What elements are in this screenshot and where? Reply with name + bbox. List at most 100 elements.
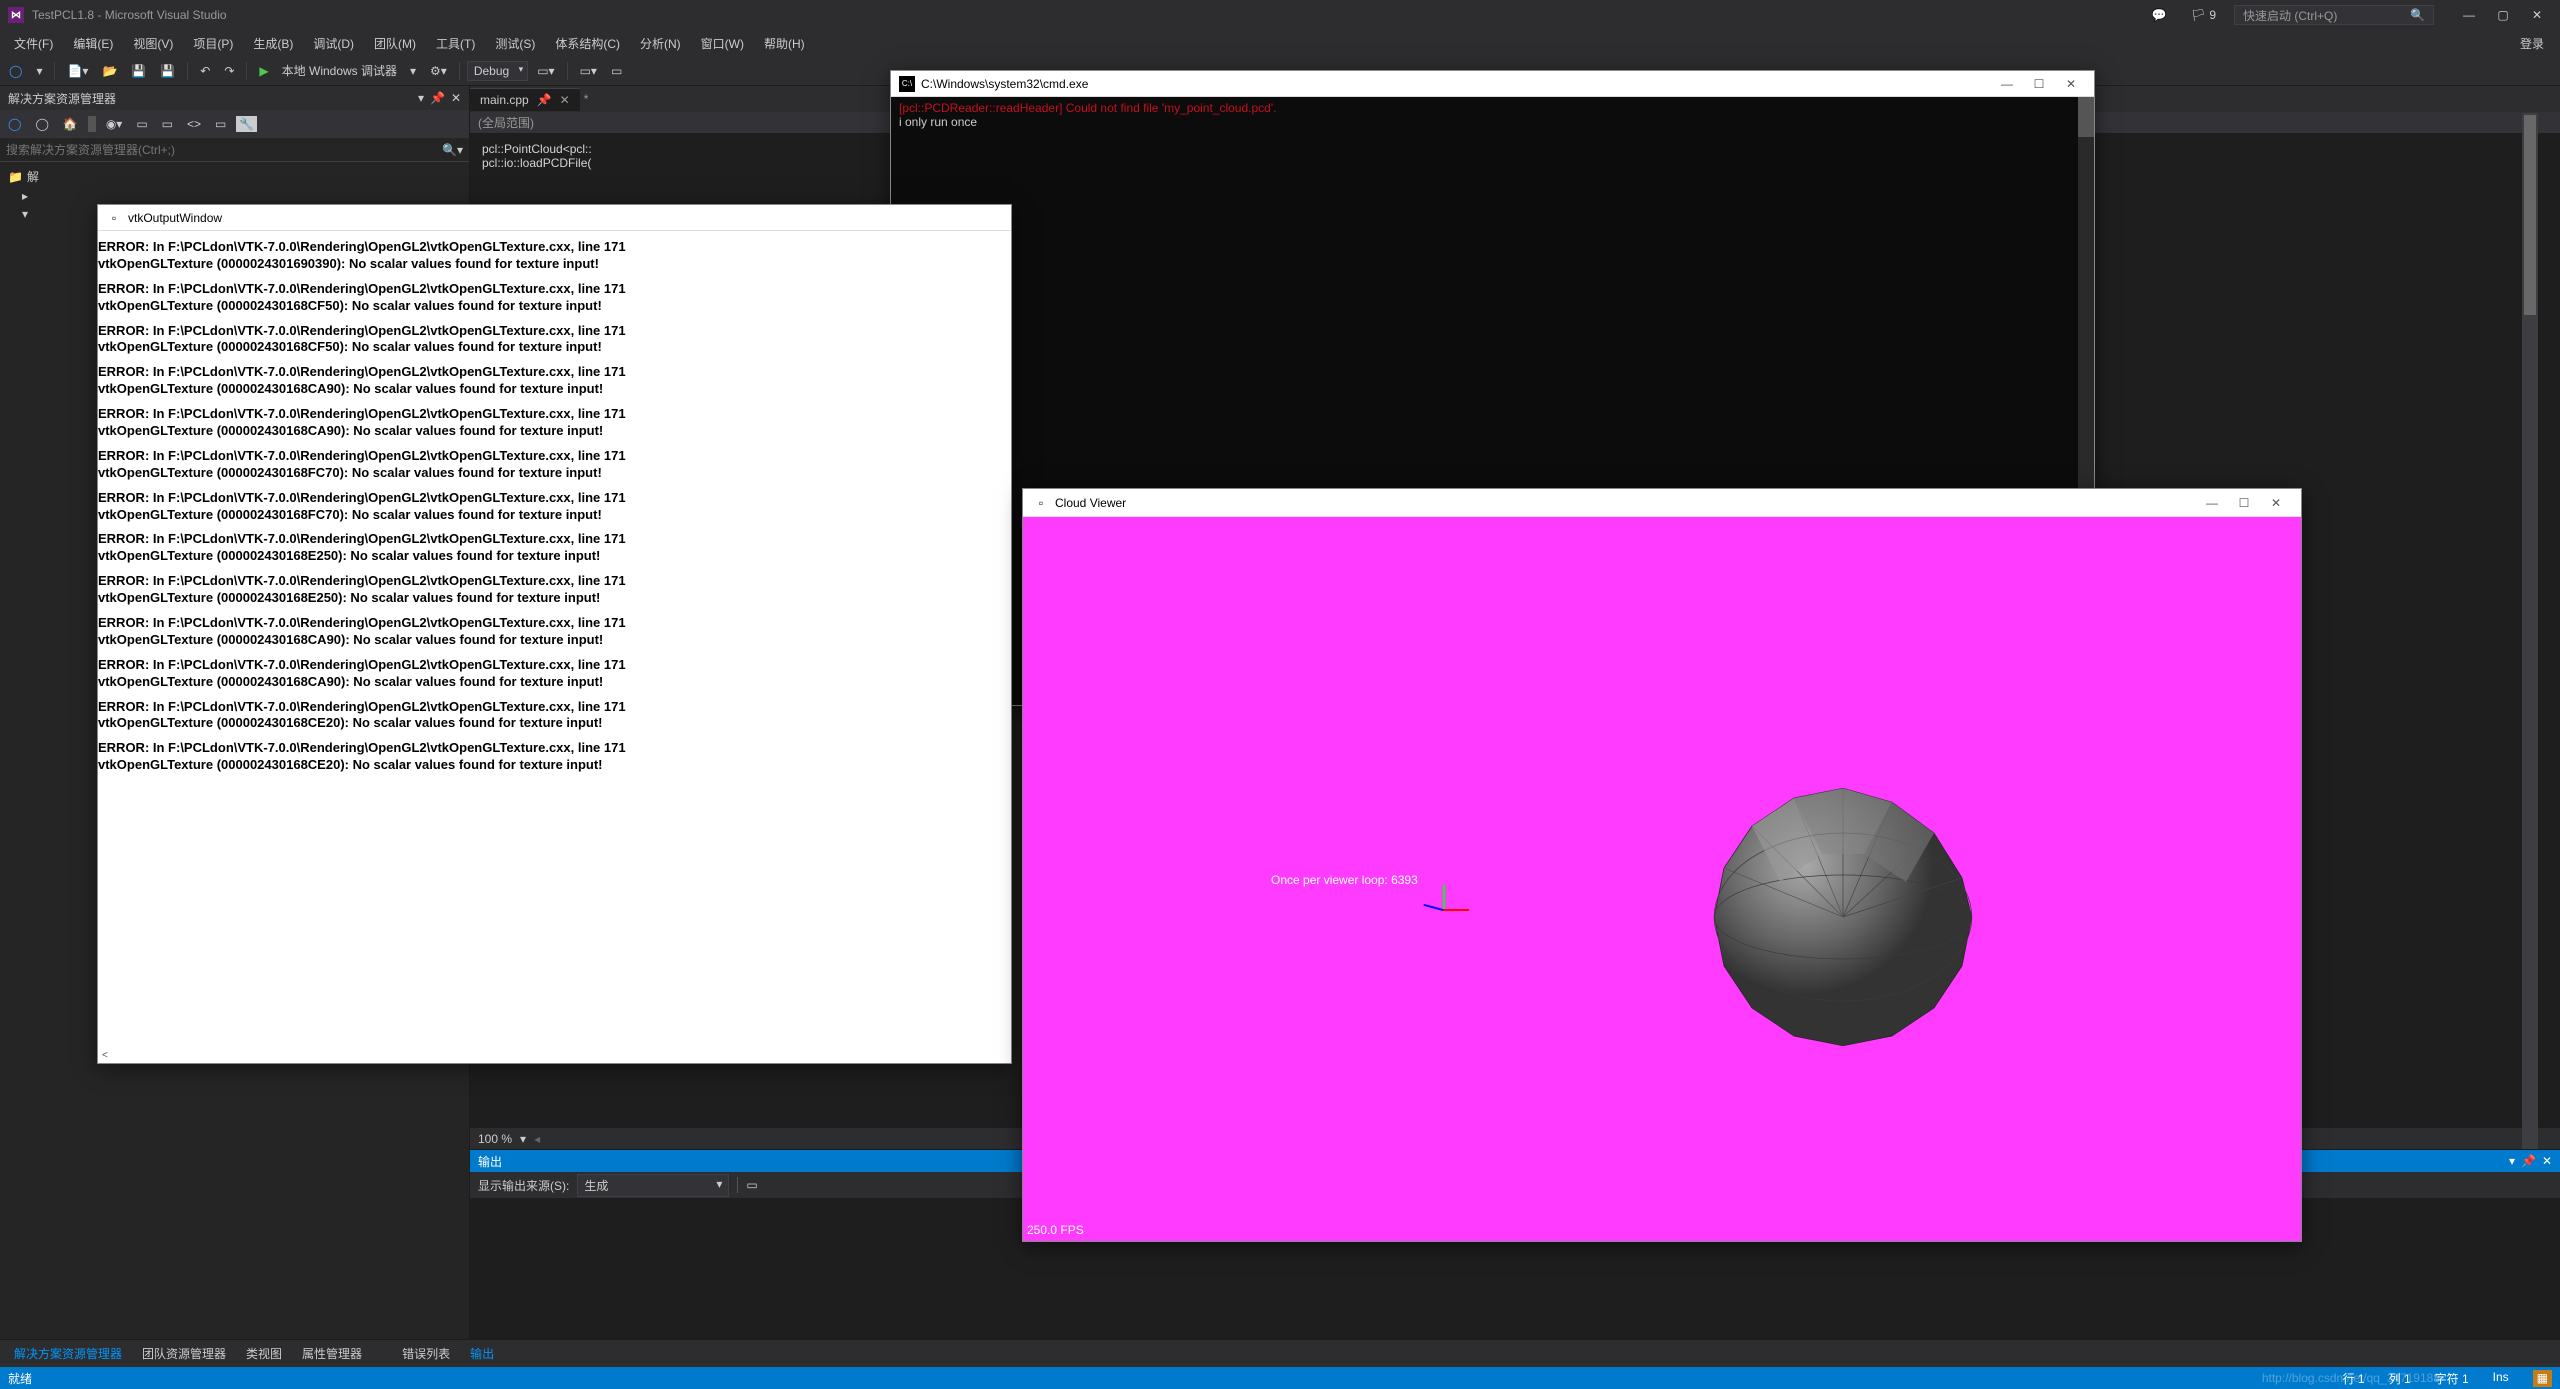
axis-x	[1443, 909, 1469, 911]
undo-icon[interactable]: ↶	[195, 61, 215, 81]
vtk-content[interactable]: ERROR: In F:\PCLdon\VTK-7.0.0\Rendering\…	[98, 231, 1011, 1063]
notifications-icon[interactable]: 🏳 9	[2185, 6, 2222, 24]
zoom-level[interactable]: 100 %	[478, 1132, 512, 1146]
vtk-error-entry: ERROR: In F:\PCLdon\VTK-7.0.0\Rendering\…	[98, 319, 1011, 361]
cmd-close-button[interactable]: ✕	[2056, 74, 2086, 94]
home-icon[interactable]: ◯	[4, 115, 25, 133]
menu-project[interactable]: 项目(P)	[183, 31, 243, 56]
login-button[interactable]: 登录	[2510, 31, 2556, 56]
vtk-output-window[interactable]: ▫ vtkOutputWindow ERROR: In F:\PCLdon\VT…	[97, 204, 1012, 1064]
tab-output[interactable]: 输出	[460, 1341, 504, 1366]
menu-team[interactable]: 团队(M)	[364, 31, 426, 56]
output-close-icon[interactable]: ✕	[2542, 1154, 2552, 1168]
tab-team-explorer[interactable]: 团队资源管理器	[132, 1341, 236, 1366]
menu-edit[interactable]: 编辑(E)	[63, 31, 123, 56]
output-source-dropdown[interactable]: 生成▾	[577, 1174, 729, 1197]
menu-view[interactable]: 视图(V)	[123, 31, 183, 56]
cloud-viewer-window[interactable]: ▫ Cloud Viewer — ☐ ✕ Once per viewer loo…	[1022, 488, 2302, 1242]
toolbar-btn-3[interactable]: ▭	[606, 61, 627, 81]
maximize-button[interactable]: ▢	[2488, 5, 2518, 25]
output-dropdown-icon[interactable]: ▾	[2509, 1154, 2515, 1168]
cloud-close-button[interactable]: ✕	[2261, 493, 2291, 513]
panel-close-icon[interactable]: ✕	[451, 91, 461, 105]
cmd-scroll-thumb[interactable]	[2078, 97, 2094, 137]
tb-icon-5[interactable]: ▭	[158, 115, 177, 133]
zoom-dropdown-icon[interactable]: ▾	[520, 1132, 526, 1146]
cmd-maximize-button[interactable]: ☐	[2024, 74, 2054, 94]
toolbar-misc-icon[interactable]: ⚙▾	[425, 61, 452, 81]
vtk-error-entry: ERROR: In F:\PCLdon\VTK-7.0.0\Rendering\…	[98, 235, 1011, 277]
search-icon: 🔍	[2410, 8, 2425, 22]
vtk-error-entry: ERROR: In F:\PCLdon\VTK-7.0.0\Rendering\…	[98, 569, 1011, 611]
run-icon[interactable]: ▶	[254, 61, 273, 81]
vtk-error-entry: ERROR: In F:\PCLdon\VTK-7.0.0\Rendering\…	[98, 736, 1011, 778]
tree-item[interactable]: 📁 解	[4, 166, 465, 187]
new-file-icon[interactable]: 📄▾	[62, 61, 93, 81]
editor-tab-main-cpp[interactable]: main.cpp 📌 ✕	[470, 88, 580, 111]
debugger-label[interactable]: 本地 Windows 调试器	[278, 62, 401, 79]
menu-help[interactable]: 帮助(H)	[754, 31, 815, 56]
tree-item[interactable]: ▸	[4, 187, 465, 205]
tab-property-manager[interactable]: 属性管理器	[292, 1341, 372, 1366]
tab-solution-explorer[interactable]: 解决方案资源管理器	[4, 1341, 132, 1366]
tab-pin-icon[interactable]: 📌	[537, 93, 552, 107]
cloud-maximize-button[interactable]: ☐	[2229, 493, 2259, 513]
editor-scrollbar[interactable]	[2522, 113, 2538, 1149]
tb-icon-6[interactable]: <>	[183, 115, 205, 133]
search-icon[interactable]: 🔍▾	[442, 143, 463, 157]
menu-test[interactable]: 测试(S)	[485, 31, 545, 56]
output-tb-icon[interactable]: ▭	[746, 1178, 757, 1192]
save-all-icon[interactable]: 💾	[155, 61, 180, 81]
point-cloud-sphere	[1703, 777, 1983, 1057]
open-file-icon[interactable]: 📂	[97, 61, 122, 81]
tb-icon-7[interactable]: ▭	[211, 115, 230, 133]
output-pin-icon[interactable]: 📌	[2521, 1154, 2536, 1168]
close-button[interactable]: ✕	[2522, 5, 2552, 25]
menu-debug[interactable]: 调试(D)	[303, 31, 364, 56]
redo-icon[interactable]: ↷	[219, 61, 239, 81]
vtk-icon: ▫	[106, 210, 122, 226]
vs-logo-icon: ⋈	[8, 7, 24, 23]
tab-error-list[interactable]: 错误列表	[392, 1341, 460, 1366]
vtk-error-entry: ERROR: In F:\PCLdon\VTK-7.0.0\Rendering\…	[98, 695, 1011, 737]
feedback-icon[interactable]: 💬	[2146, 6, 2173, 24]
menu-analyze[interactable]: 分析(N)	[630, 31, 691, 56]
cmd-titlebar[interactable]: C:\ C:\Windows\system32\cmd.exe — ☐ ✕	[891, 71, 2094, 97]
toolbar-btn-1[interactable]: ▭▾	[532, 61, 559, 81]
solution-search[interactable]: 🔍▾	[0, 138, 469, 162]
collapse-icon[interactable]: ▾	[22, 207, 28, 221]
toolbar-btn-2[interactable]: ▭▾	[575, 61, 602, 81]
solution-search-input[interactable]	[6, 143, 442, 157]
nav-back-icon[interactable]: ◯	[4, 61, 27, 81]
panel-pin-icon[interactable]: 📌	[430, 91, 445, 105]
quick-launch-input[interactable]: 快速启动 (Ctrl+Q) 🔍	[2234, 5, 2434, 25]
panel-dropdown-icon[interactable]: ▾	[418, 91, 424, 105]
config-dropdown[interactable]: Debug	[467, 61, 528, 81]
coordinate-axis	[1423, 885, 1473, 925]
cloud-minimize-button[interactable]: —	[2197, 493, 2227, 513]
debugger-dropdown-icon[interactable]: ▾	[405, 61, 421, 81]
menu-arch[interactable]: 体系结构(C)	[545, 31, 630, 56]
expand-icon[interactable]: ▸	[22, 189, 28, 203]
minimize-button[interactable]: —	[2454, 5, 2484, 25]
menu-file[interactable]: 文件(F)	[4, 31, 63, 56]
scrollbar-thumb[interactable]	[2524, 115, 2536, 315]
nav-fwd-icon[interactable]: ▾	[31, 61, 47, 81]
cloud-titlebar[interactable]: ▫ Cloud Viewer — ☐ ✕	[1023, 489, 2301, 517]
menu-build[interactable]: 生成(B)	[243, 31, 303, 56]
tb-icon-8[interactable]: 🔧	[236, 116, 257, 132]
cloud-icon: ▫	[1033, 495, 1049, 511]
tb-icon-3[interactable]: ◉▾	[102, 115, 127, 133]
tb-icon-4[interactable]: ▭	[132, 115, 151, 133]
tab-class-view[interactable]: 类视图	[236, 1341, 292, 1366]
tab-close-icon[interactable]: ✕	[560, 93, 570, 107]
tb-home-icon[interactable]: 🏠	[59, 115, 82, 133]
save-icon[interactable]: 💾	[126, 61, 151, 81]
cmd-minimize-button[interactable]: —	[1992, 74, 2022, 94]
tb-icon-2[interactable]: ◯	[31, 115, 52, 133]
status-square-icon[interactable]: ▦	[2533, 1370, 2552, 1387]
menu-tools[interactable]: 工具(T)	[426, 31, 485, 56]
vtk-titlebar[interactable]: ▫ vtkOutputWindow	[98, 205, 1011, 231]
menu-window[interactable]: 窗口(W)	[691, 31, 754, 56]
cloud-viewport[interactable]: Once per viewer loop: 6393	[1023, 517, 2301, 1241]
